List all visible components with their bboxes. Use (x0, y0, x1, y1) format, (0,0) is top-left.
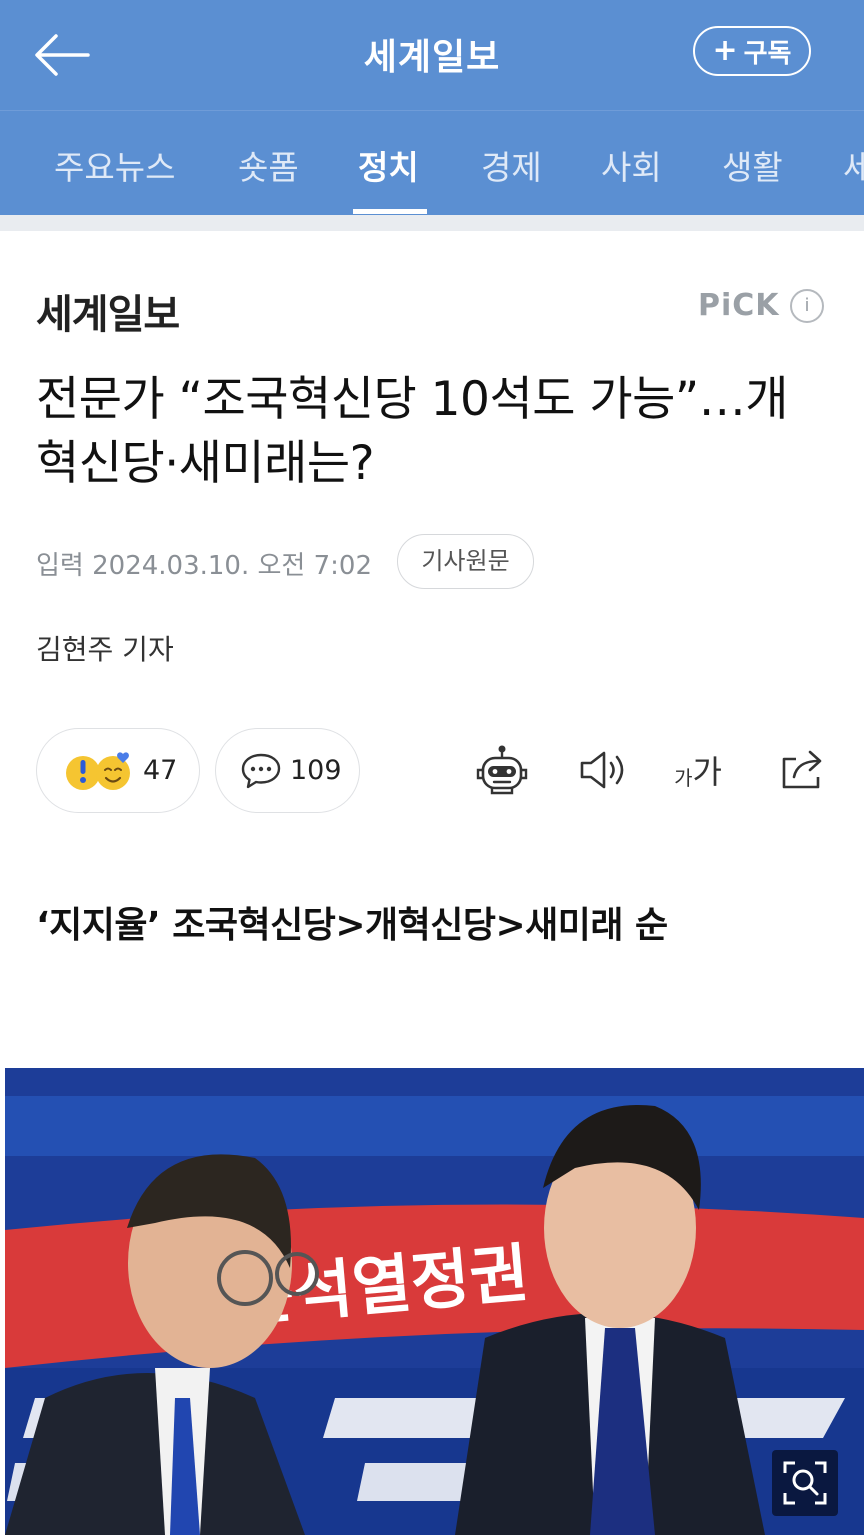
font-size-button[interactable]: 가 가 (668, 740, 728, 800)
comment-count: 109 (290, 755, 342, 786)
info-icon[interactable]: i (790, 289, 824, 323)
active-tab-indicator (353, 209, 427, 214)
speaker-icon[interactable] (572, 740, 632, 800)
tab-life[interactable]: 생활 (722, 141, 783, 189)
category-tabs: 주요뉴스 숏폼 정치 경제 사회 생활 세 (0, 111, 864, 215)
tab-shortform[interactable]: 숏폼 (238, 141, 299, 189)
subscribe-button[interactable]: + 구독 (693, 26, 811, 76)
top-bar: 세계일보 + 구독 (0, 0, 864, 111)
reaction-emoji-icon (66, 751, 130, 790)
original-article-button[interactable]: 기사원문 (397, 534, 534, 589)
zoom-search-icon[interactable] (772, 1450, 838, 1516)
font-size-large-label: 가 (692, 753, 722, 791)
tab-economy[interactable]: 경제 (481, 141, 542, 189)
article-photo[interactable]: 윤석열정권 심판 (5, 1068, 864, 1535)
tab-world[interactable]: 세 (843, 141, 864, 189)
divider (0, 215, 864, 231)
tab-politics[interactable]: 정치 (358, 141, 419, 189)
publisher-logo[interactable]: 세계일보 (36, 282, 180, 340)
reaction-count: 47 (143, 755, 178, 786)
font-size-small-label: 가 (674, 765, 693, 790)
pick-badge: PiCK (698, 288, 780, 323)
article-headline: 전문가 “조국혁신당 10석도 가능”…개혁신당·새미래는? (36, 372, 788, 491)
published-date: 입력 2024.03.10. 오전 7:02 (36, 551, 372, 581)
tab-society[interactable]: 사회 (601, 141, 662, 189)
reaction-button[interactable]: 47 (36, 728, 200, 813)
subscribe-label: 구독 (743, 38, 792, 69)
comment-bubble-icon (241, 753, 281, 788)
comment-button[interactable]: 109 (215, 728, 360, 813)
article-subheading: ‘지지율’ 조국혁신당>개혁신당>새미래 순 (36, 905, 668, 946)
tab-main-news[interactable]: 주요뉴스 (54, 141, 175, 189)
share-icon[interactable] (772, 740, 832, 800)
ai-summary-robot-icon[interactable] (472, 740, 532, 800)
reporter-name[interactable]: 김현주 기자 (36, 628, 174, 668)
plus-icon: + (712, 33, 738, 68)
